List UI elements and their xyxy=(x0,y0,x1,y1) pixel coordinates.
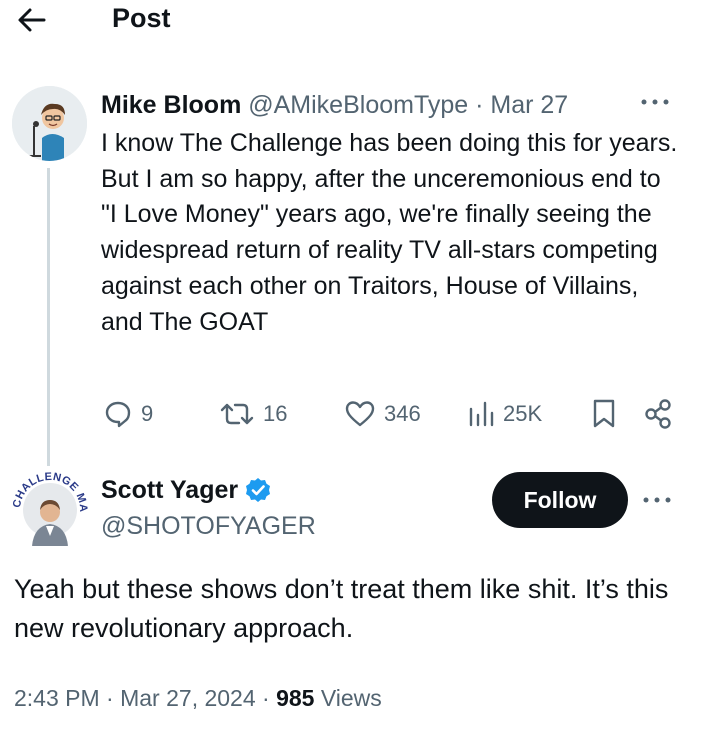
views-count[interactable]: 985 xyxy=(276,685,314,711)
tweet-actions-bar: 9 16 346 25K xyxy=(101,396,681,434)
header: Post xyxy=(0,0,705,44)
reply-button[interactable]: 9 xyxy=(103,396,153,432)
follow-button[interactable]: Follow xyxy=(492,472,628,528)
like-button[interactable]: 346 xyxy=(344,396,421,432)
views-button[interactable]: 25K xyxy=(467,396,542,432)
verified-badge-icon xyxy=(246,478,271,502)
tweet-author-row: Mike Bloom @AMikeBloomType · Mar 27 xyxy=(101,88,568,122)
bookmark-button[interactable] xyxy=(591,396,617,432)
repost-button[interactable]: 16 xyxy=(219,396,287,432)
tweet-time[interactable]: 2:43 PM xyxy=(14,685,100,711)
post-page: Post Mike Bloom @AMikeBloomType · Mar 27 xyxy=(0,0,705,739)
reply-author-row: Scott Yager xyxy=(101,474,272,506)
tweet-meta-row: 2:43 PM · Mar 27, 2024 · 985 Views xyxy=(14,682,382,714)
more-options-button[interactable] xyxy=(638,92,672,115)
date-separator: · xyxy=(475,91,484,119)
reply-icon xyxy=(105,401,131,428)
bookmark-icon xyxy=(593,399,615,428)
meta-separator: · xyxy=(262,685,270,711)
more-horizontal-icon xyxy=(643,497,671,503)
arrow-left-icon xyxy=(18,8,46,32)
like-count: 346 xyxy=(384,401,421,426)
share-icon xyxy=(645,399,671,429)
reply-author-handle[interactable]: @SHOTOFYAGER xyxy=(101,510,316,542)
analytics-bars-icon xyxy=(469,401,494,427)
tweet-text: I know The Challenge has been doing this… xyxy=(101,129,678,336)
repost-count: 16 xyxy=(263,401,288,426)
reply-text: Yeah but these shows don’t treat them li… xyxy=(14,574,669,643)
repost-icon xyxy=(220,403,254,425)
author-handle[interactable]: @AMikeBloomType xyxy=(248,91,468,119)
reply-author-display-name[interactable]: Scott Yager xyxy=(101,474,238,506)
views-label: Views xyxy=(320,685,382,711)
meta-separator: · xyxy=(106,685,114,711)
more-horizontal-icon xyxy=(641,99,669,105)
more-options-button[interactable] xyxy=(640,490,674,513)
avatar[interactable]: CHALLENGE MANIA xyxy=(10,470,90,550)
tweet-date[interactable]: Mar 27 xyxy=(490,91,568,119)
view-count: 25K xyxy=(503,401,543,426)
share-button[interactable] xyxy=(643,396,673,432)
heart-icon xyxy=(345,401,375,427)
avatar[interactable] xyxy=(12,86,87,161)
scott-yager-avatar-image: CHALLENGE MANIA xyxy=(10,470,89,549)
thread-connector-line xyxy=(47,168,50,466)
tweet-full-date[interactable]: Mar 27, 2024 xyxy=(120,685,256,711)
back-button[interactable] xyxy=(14,2,50,38)
author-display-name[interactable]: Mike Bloom xyxy=(101,91,241,119)
reply-count: 9 xyxy=(141,401,154,426)
page-title: Post xyxy=(112,3,171,33)
mike-bloom-avatar-image xyxy=(12,86,87,161)
